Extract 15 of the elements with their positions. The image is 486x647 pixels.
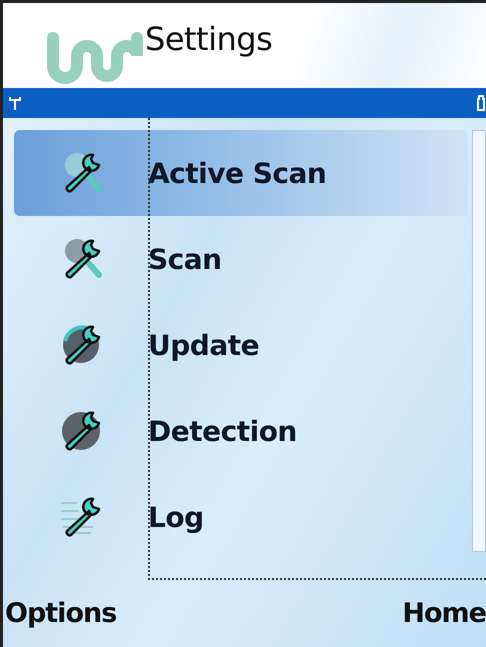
battery-icon	[476, 95, 486, 111]
menu-item-label: Active Scan	[148, 156, 326, 190]
menu-item-label: Log	[148, 500, 204, 534]
signal-icon	[9, 96, 21, 110]
menu-item[interactable]: Detection	[14, 388, 468, 474]
home-softkey[interactable]: Home	[402, 598, 486, 629]
screen-title: Settings	[145, 20, 272, 58]
menu-item-label: Scan	[148, 242, 222, 276]
menu-item[interactable]: Update	[14, 302, 468, 388]
menu-item[interactable]: Scan	[14, 216, 468, 302]
menu-item[interactable]: Active Scan	[14, 130, 468, 216]
menu-item[interactable]: Log	[14, 474, 468, 560]
menu-item-label: Detection	[148, 414, 297, 448]
options-softkey[interactable]: Options	[5, 598, 116, 629]
menu-item-label: Update	[148, 328, 260, 362]
